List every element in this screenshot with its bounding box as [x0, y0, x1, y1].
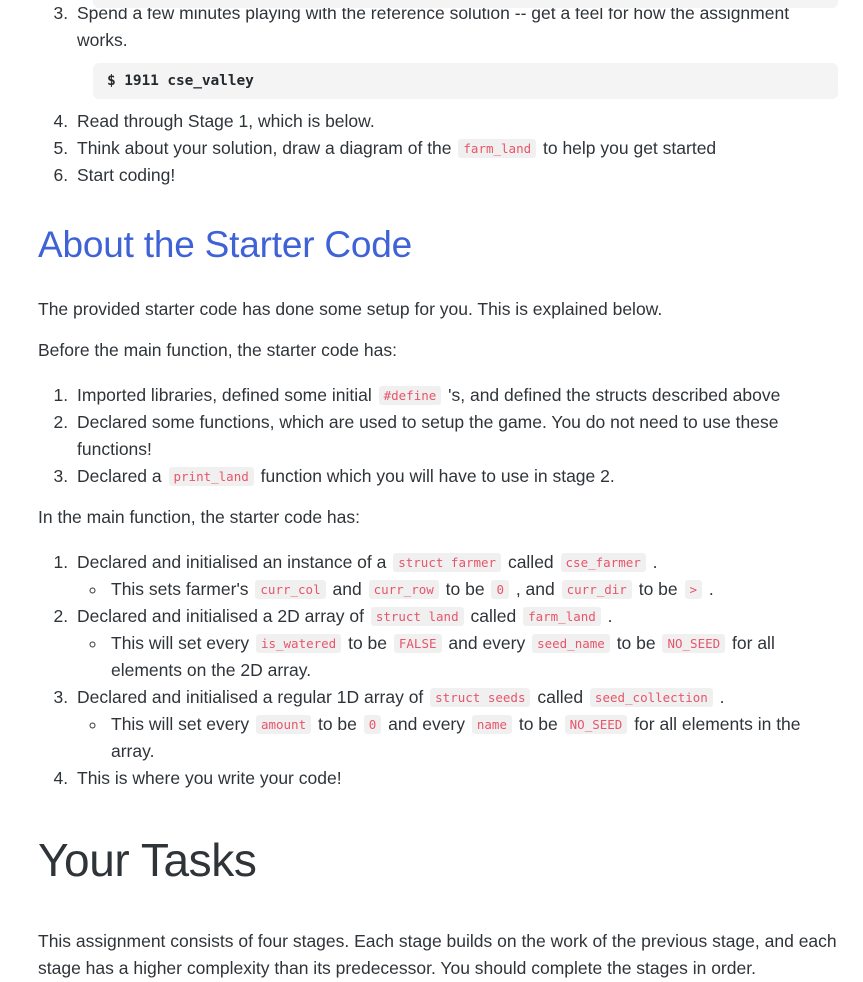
in-main-list: Declared and initialised an instance of …: [25, 549, 838, 792]
tasks-intro-paragraph: This assignment consists of four stages.…: [38, 930, 837, 978]
terminal-command-text: $ 1911 cse_valley: [107, 73, 254, 89]
sub-2-s2: to be: [343, 632, 392, 653]
list-item: Declared and initialised an instance of …: [73, 549, 838, 603]
list-item: Read through Stage 1, which is below.: [73, 108, 838, 135]
in-main-item-3-sublist: This will set every amount to be 0 and e…: [77, 711, 838, 765]
in-main-item-3-part3: .: [714, 686, 725, 707]
list-item: Declared and initialised a regular 1D ar…: [73, 684, 838, 765]
code-define: #define: [378, 385, 442, 405]
code-gt-arrow: >: [684, 579, 703, 599]
code-print-land: print_land: [168, 466, 254, 486]
sub-1-s4: , and: [510, 578, 560, 599]
list-item: This will set every amount to be 0 and e…: [107, 711, 838, 765]
list-item: This will set every is_watered to be FAL…: [107, 630, 838, 684]
in-main-item-4-part1: This is where you write your code!: [77, 767, 342, 788]
code-seed-name: seed_name: [532, 633, 610, 653]
sub-3-s1: This will set every: [111, 713, 254, 734]
code-amount: amount: [255, 714, 312, 734]
code-zero: 0: [491, 579, 509, 599]
terminal-codeblock: $ 1911 cse_valley: [93, 63, 838, 99]
clipped-codeblock-above: [93, 0, 838, 8]
before-main-item-1-part1: Imported libraries, defined some initial: [77, 384, 377, 405]
section-heading-starter-code: About the Starter Code: [38, 224, 413, 265]
sub-1-s5: to be: [633, 578, 683, 599]
in-main-item-2-part1: Declared and initialised a 2D array of: [77, 605, 369, 626]
code-curr-col: curr_col: [255, 579, 326, 599]
list-item: Declared some functions, which are used …: [73, 409, 838, 463]
code-false: FALSE: [393, 633, 442, 653]
setup-step-4-text: Read through Stage 1, which is below.: [77, 111, 375, 131]
code-no-seed-2: NO_SEED: [564, 714, 628, 734]
sub-1-s6: .: [704, 578, 714, 599]
in-main-item-3-part2: called: [532, 686, 588, 707]
sub-2-s3: and every: [443, 632, 531, 653]
setup-step-5-text-before: Think about your solution, draw a diagra…: [77, 138, 457, 158]
sub-3-s3: and every: [383, 713, 470, 734]
code-no-seed: NO_SEED: [662, 633, 726, 653]
document-page: Spend a few minutes playing with the ref…: [0, 0, 863, 978]
sub-2-s1: This will set every: [111, 632, 254, 653]
code-curr-dir: curr_dir: [561, 579, 632, 599]
before-main-item-1-part2: 's, and defined the structs described ab…: [443, 384, 781, 405]
code-struct-land: struct land: [370, 606, 464, 626]
list-item: Declared a print_land function which you…: [73, 463, 838, 490]
setup-steps-list: Spend a few minutes playing with the ref…: [25, 0, 838, 54]
list-item: Imported libraries, defined some initial…: [73, 382, 838, 409]
in-main-item-2-part2: called: [465, 605, 522, 626]
list-item: Spend a few minutes playing with the ref…: [73, 0, 838, 54]
in-main-item-1-part3: .: [647, 551, 658, 572]
code-cse-farmer: cse_farmer: [560, 552, 646, 572]
before-main-list: Imported libraries, defined some initial…: [25, 382, 838, 490]
code-seed-collection: seed_collection: [589, 687, 713, 707]
list-item: Think about your solution, draw a diagra…: [73, 135, 838, 162]
sub-3-s2: to be: [313, 713, 362, 734]
list-item: Declared and initialised a 2D array of s…: [73, 603, 838, 684]
in-main-item-2-sublist: This will set every is_watered to be FAL…: [77, 630, 838, 684]
section-heading-your-tasks: Your Tasks: [38, 833, 257, 886]
list-item: This is where you write your code!: [73, 765, 838, 792]
in-main-item-1-part1: Declared and initialised an instance of …: [77, 551, 392, 572]
code-struct-seeds: struct seeds: [430, 687, 531, 707]
code-is-watered: is_watered: [255, 633, 342, 653]
in-main-item-1-sublist: This sets farmer's curr_col and curr_row…: [77, 576, 838, 603]
list-item: This sets farmer's curr_col and curr_row…: [107, 576, 838, 603]
sub-3-s4: to be: [513, 713, 563, 734]
before-main-item-3-part2: function which you will have to use in s…: [255, 465, 615, 486]
code-farm-land: farm_land: [458, 139, 537, 158]
list-item: Start coding!: [73, 162, 838, 189]
in-main-label: In the main function, the starter code h…: [38, 506, 360, 527]
sub-1-s3: to be: [440, 578, 490, 599]
setup-steps-list-continued: Read through Stage 1, which is below. Th…: [25, 108, 838, 189]
code-zero-2: 0: [363, 714, 382, 734]
before-main-item-3-part1: Declared a: [77, 465, 167, 486]
setup-step-3-text: Spend a few minutes playing with the ref…: [77, 3, 790, 50]
before-main-item-2-part1: Declared some functions, which are used …: [77, 411, 779, 459]
code-name: name: [471, 714, 512, 734]
before-main-label: Before the main function, the starter co…: [38, 339, 397, 360]
sub-1-s1: This sets farmer's: [111, 578, 254, 599]
in-main-item-1-part2: called: [503, 551, 559, 572]
code-curr-row: curr_row: [368, 579, 439, 599]
code-farm-land-2: farm_land: [523, 606, 601, 626]
in-main-item-3-part1: Declared and initialised a regular 1D ar…: [77, 686, 429, 707]
sub-2-s4: to be: [611, 632, 661, 653]
starter-code-intro-paragraph: The provided starter code has done some …: [38, 298, 663, 319]
code-struct-farmer: struct farmer: [393, 552, 502, 572]
setup-step-5-text-after: to help you get started: [538, 138, 717, 158]
setup-step-6-text: Start coding!: [77, 165, 176, 185]
sub-1-s2: and: [327, 578, 367, 599]
in-main-item-2-part3: .: [602, 605, 613, 626]
